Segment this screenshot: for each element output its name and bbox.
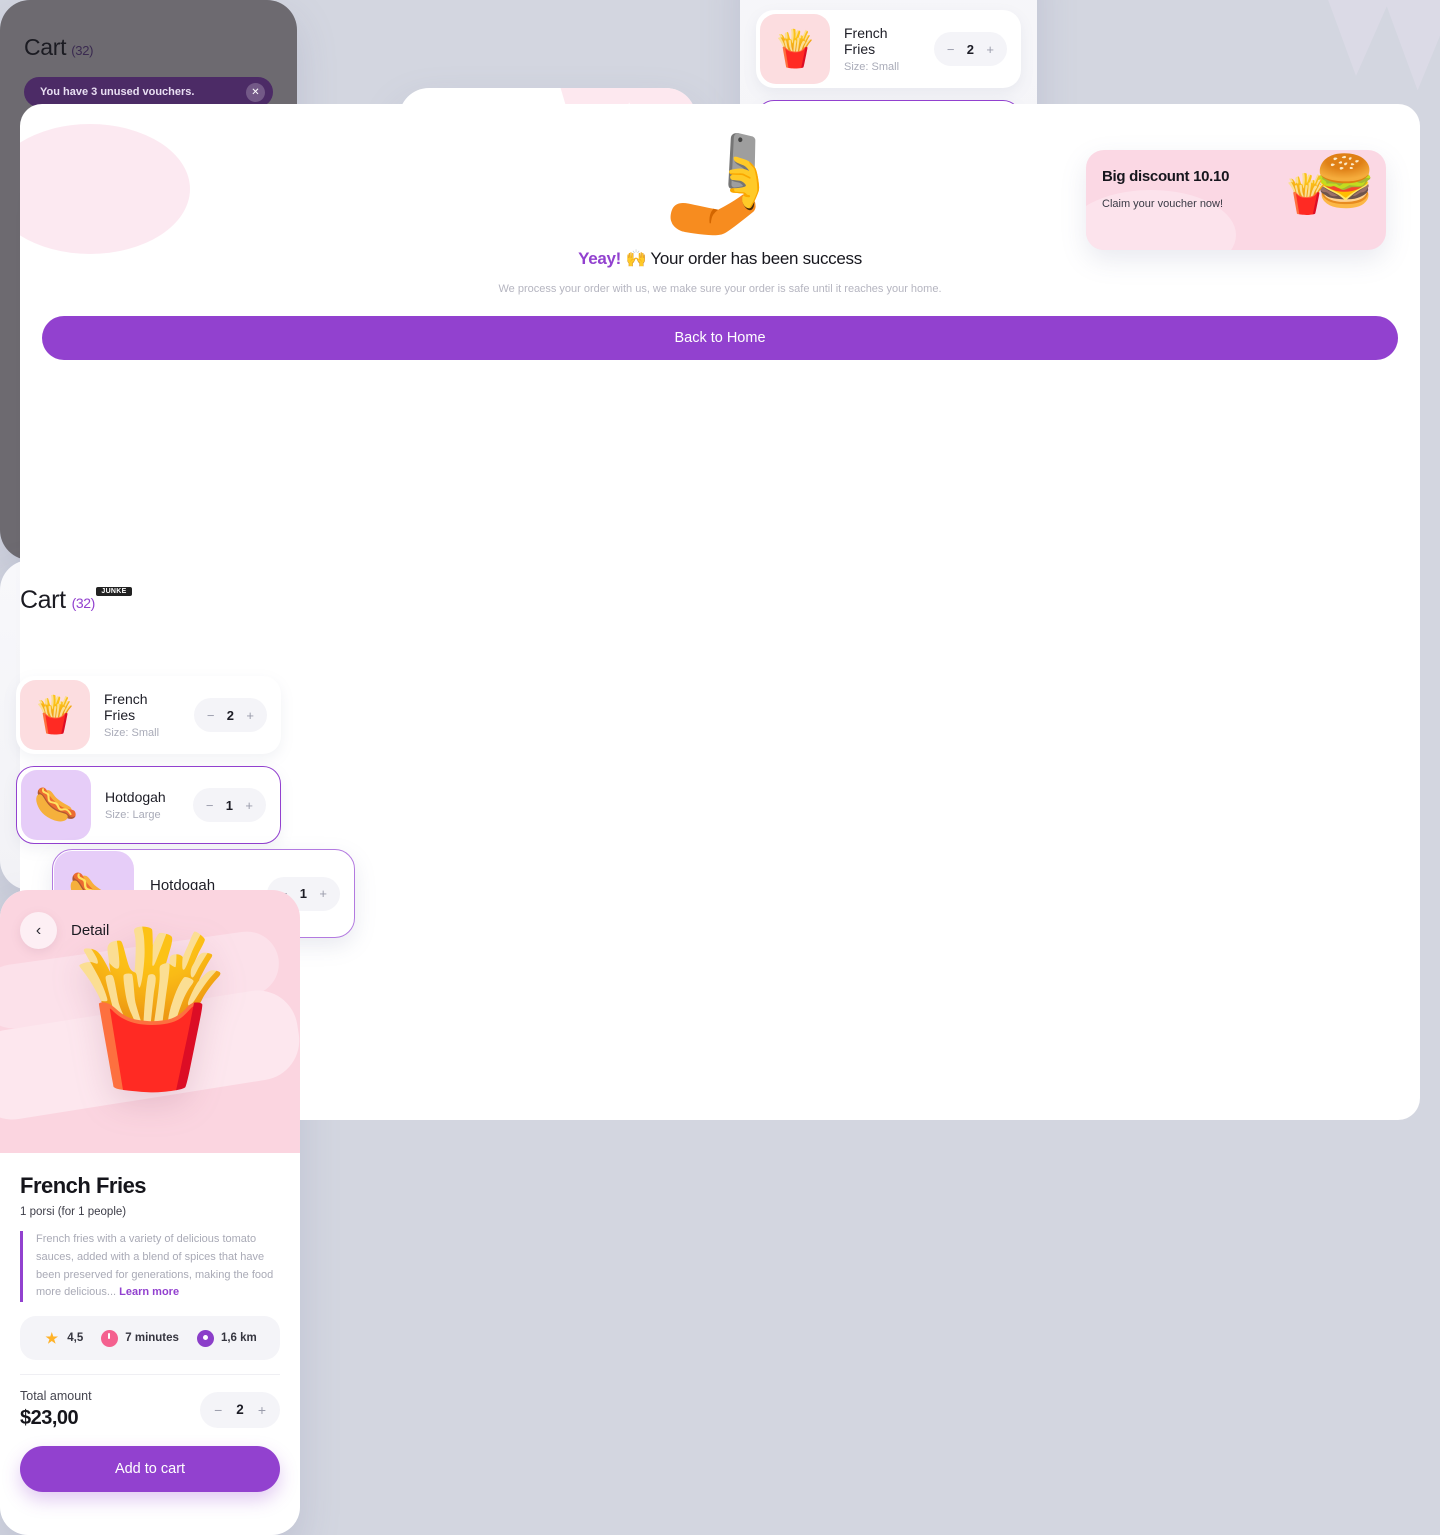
- cart-count: (32): [71, 595, 96, 611]
- increment-button[interactable]: +: [245, 798, 253, 813]
- item-name: Hotdogah: [105, 789, 166, 805]
- rating-meta: ★ 4,5: [43, 1330, 83, 1347]
- fries-icon: 🍟: [1282, 174, 1330, 216]
- increment-button[interactable]: +: [258, 1402, 266, 1418]
- decrement-button[interactable]: −: [206, 798, 214, 813]
- quantity-value: 2: [966, 41, 975, 57]
- back-button[interactable]: ‹: [20, 912, 57, 949]
- cart-screen: Cart (32) You have 3 unused vouchers. ✕ 🍟…: [0, 0, 1440, 890]
- cart-title-text: Cart: [20, 586, 66, 614]
- cart-title-text: Cart: [24, 34, 67, 60]
- item-name: French Fries: [104, 691, 148, 723]
- detail-body: French Fries 1 porsi (for 1 people) Fren…: [0, 1153, 300, 1493]
- learn-more-link[interactable]: Learn more: [119, 1286, 179, 1298]
- cart-row[interactable]: 🍟 French Fries Size: Small − 2 +: [756, 10, 1021, 88]
- back-to-home-button[interactable]: Back to Home: [42, 316, 1398, 361]
- cart-row[interactable]: 🍟 French Fries Size: Small − 2 +: [16, 676, 281, 754]
- item-size: Size: Small: [844, 61, 900, 73]
- order-success-screen: Cart (32) You have 3 unused vouchers. ✕ 🤳…: [0, 0, 1420, 1120]
- item-name: French Fries: [844, 25, 888, 57]
- quantity-stepper[interactable]: − 1 +: [192, 788, 266, 822]
- quantity-stepper[interactable]: − 2 +: [193, 698, 267, 732]
- success-heading: Yeay! 🙌 Your order has been success: [578, 248, 862, 268]
- cart-row-info: Hotdogah Size: Large: [105, 789, 179, 821]
- time-meta: 7 minutes: [101, 1329, 179, 1347]
- product-portion: 1 porsi (for 1 people): [20, 1206, 127, 1218]
- product-name: French Fries: [20, 1173, 147, 1198]
- voucher-banner: You have 3 unused vouchers. ✕: [24, 77, 273, 107]
- total-value: $23,00: [20, 1407, 79, 1430]
- dimmed-cart-header: Cart (32) You have 3 unused vouchers. ✕: [0, 0, 297, 107]
- close-icon[interactable]: ✕: [246, 82, 265, 102]
- success-modal: 🤳 Yeay! 🙌 Your order has been success We…: [20, 104, 1420, 1120]
- cart-list: 🍟 French Fries Size: Small − 2 + 🌭 Hotdo…: [0, 662, 297, 844]
- time-value: 7 minutes: [125, 1332, 179, 1345]
- star-icon: ★: [45, 1329, 59, 1346]
- fries-icon: 🍟: [20, 680, 90, 750]
- total-label: Total amount: [20, 1389, 92, 1404]
- quantity-value: 1: [299, 886, 308, 901]
- quantity-stepper[interactable]: − 2 +: [200, 1391, 280, 1428]
- divider: [20, 1374, 280, 1376]
- fries-icon: 🍟: [56, 925, 244, 1093]
- decrement-button[interactable]: −: [207, 708, 215, 723]
- detail-hero: ‹ Detail 🍟: [0, 890, 300, 1153]
- success-paragraph: We process your order with us, we make s…: [498, 282, 942, 295]
- quantity-value: 2: [226, 707, 235, 723]
- cart-row[interactable]: 🌭 Hotdogah Size: Large − 1 +: [16, 766, 281, 844]
- quantity-value: 2: [236, 1402, 244, 1418]
- product-meta-row: ★ 4,5 7 minutes 1,6 km: [20, 1316, 280, 1361]
- page-title: Cart (32): [20, 586, 277, 615]
- distance-value: 1,6 km: [220, 1332, 257, 1345]
- detail-screen: ‹ Detail 🍟 French Fries 1 porsi (for 1 p…: [0, 890, 300, 1535]
- decrement-button[interactable]: −: [214, 1402, 222, 1418]
- promo-banner-card[interactable]: Big discount 10.10 Claim your voucher no…: [1086, 150, 1386, 250]
- cart-row-info: French Fries Size: Small: [104, 691, 180, 739]
- fries-icon: 🍟: [760, 14, 830, 84]
- product-description: French fries with a variety of delicious…: [20, 1231, 280, 1303]
- increment-button[interactable]: +: [246, 708, 254, 723]
- voucher-text: You have 3 unused vouchers.: [40, 86, 195, 98]
- decrement-button[interactable]: −: [947, 42, 955, 57]
- distance-meta: 1,6 km: [196, 1329, 257, 1347]
- item-size: Size: Small: [104, 727, 160, 739]
- total-group: Total amount $23,00: [20, 1389, 92, 1430]
- cart-title: Cart (32): [24, 34, 273, 61]
- rating-value: 4,5: [67, 1332, 84, 1345]
- quantity-value: 1: [225, 797, 234, 813]
- cart-row-info: French Fries Size: Small: [844, 25, 920, 73]
- clock-icon: [101, 1329, 119, 1347]
- increment-button[interactable]: +: [319, 886, 327, 901]
- restaurant-logo-text: JUNKE: [96, 587, 132, 596]
- increment-button[interactable]: +: [986, 42, 994, 57]
- add-to-cart-button[interactable]: Add to cart: [20, 1446, 280, 1493]
- quantity-stepper[interactable]: − 2 +: [933, 32, 1007, 66]
- total-row: Total amount $23,00 − 2 +: [20, 1389, 280, 1430]
- hotdog-icon: 🌭: [21, 770, 91, 840]
- cart-header: Cart (32): [0, 560, 297, 615]
- item-size: Size: Large: [105, 809, 161, 821]
- cart-count: (32): [71, 43, 94, 58]
- phone-order-illustration-icon: 🤳: [660, 131, 780, 238]
- location-pin-icon: [196, 1329, 214, 1347]
